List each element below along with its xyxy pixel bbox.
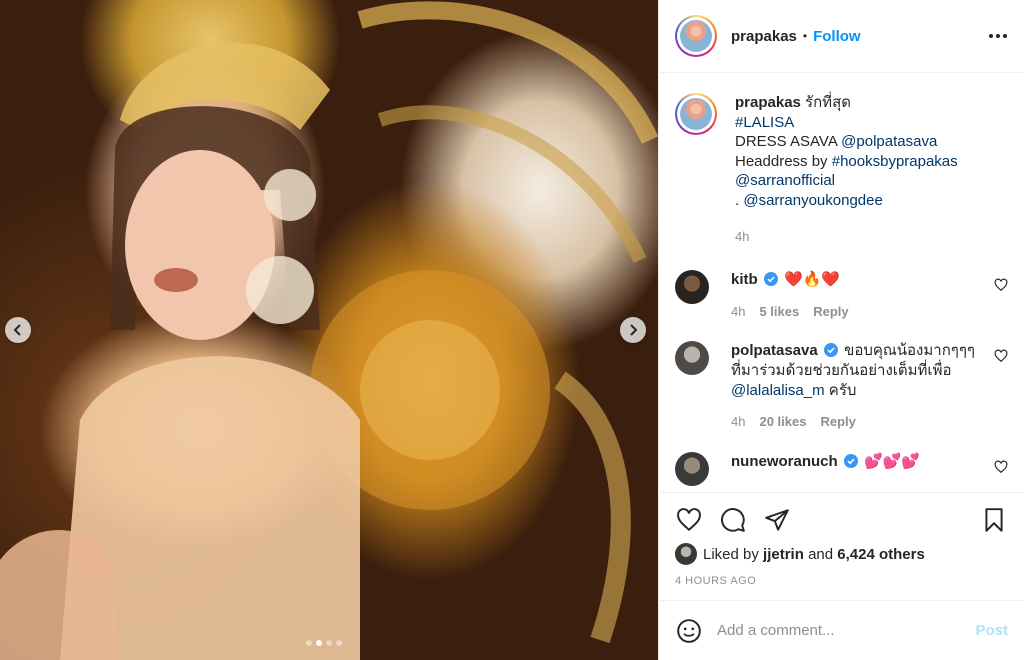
add-comment-bar: Post <box>659 600 1024 660</box>
carousel-dot <box>326 640 332 646</box>
carousel-indicator <box>306 640 342 646</box>
liker-avatar[interactable] <box>675 543 697 565</box>
hashtag-link[interactable]: #LALISA <box>735 114 794 131</box>
liker-username[interactable]: jjetrin <box>763 546 804 563</box>
more-dot <box>1003 34 1007 38</box>
caption-author-avatar[interactable] <box>675 93 717 135</box>
likes-summary: Liked by jjetrin and 6,424 others <box>675 543 1008 565</box>
post-timestamp[interactable]: 4 HOURS AGO <box>675 575 1008 587</box>
caption-text: รักที่สุด <box>805 94 851 111</box>
comment-text: 💕💕💕 <box>864 452 921 470</box>
more-options-button[interactable] <box>988 34 1008 38</box>
verified-badge-icon <box>843 453 858 468</box>
caption-body: prapakas รักที่สุด #LALISA DRESS ASAVA @… <box>735 93 1008 246</box>
caption-headdress-label: Headdress by <box>735 152 828 170</box>
post-photo <box>0 1 658 660</box>
avatar-image <box>680 20 712 52</box>
comment-like-icon[interactable] <box>994 349 1008 363</box>
heart-icon <box>677 508 701 532</box>
like-button[interactable] <box>675 506 703 534</box>
share-button[interactable] <box>763 506 791 534</box>
carousel-next-button[interactable] <box>620 317 646 343</box>
separator-dot: • <box>802 29 808 43</box>
verified-badge-icon <box>763 272 778 287</box>
comment-likes[interactable]: 20 likes <box>759 412 806 432</box>
chevron-left-icon <box>13 324 21 336</box>
caption-dress-label: DRESS ASAVA <box>735 133 837 151</box>
author-avatar[interactable] <box>675 15 717 57</box>
mention-link[interactable]: @polpatasava <box>841 133 937 150</box>
caption-dot: . <box>735 191 740 209</box>
comment-body: nuneworanuch 💕💕💕 <box>731 452 1008 472</box>
comment-likes[interactable]: 5 likes <box>759 302 799 322</box>
mention-link[interactable]: @sarranyoukongdee <box>743 192 882 209</box>
carousel-dot <box>306 640 312 646</box>
paper-plane-icon <box>765 509 789 531</box>
carousel-dot <box>336 640 342 646</box>
more-dot <box>989 34 993 38</box>
comment-time[interactable]: 4h <box>731 302 745 322</box>
save-button[interactable] <box>980 506 1008 534</box>
caption-username[interactable]: prapakas <box>735 94 801 111</box>
post-actions: Liked by jjetrin and 6,424 others 4 HOUR… <box>659 492 1024 600</box>
likes-middle: and <box>808 545 834 563</box>
comment-item: kitb ❤️🔥❤️ 4h 5 likes Reply <box>675 270 1008 321</box>
comment-item: nuneworanuch 💕💕💕 <box>675 451 1008 486</box>
comment-text: ❤️🔥❤️ <box>784 271 841 289</box>
reply-button[interactable]: Reply <box>820 412 855 432</box>
post-sidebar: prapakas • Follow prapakas รักที่สุด #LA… <box>658 0 1024 660</box>
carousel-previous-button[interactable] <box>5 317 31 343</box>
hashtag-link[interactable]: #hooksbyprapakas <box>832 153 958 170</box>
likes-prefix: Liked by <box>703 545 759 563</box>
commenter-avatar[interactable] <box>675 451 709 486</box>
comment-body: polpatasava ขอบคุณน้องมากๆๆๆ ที่มาร่วมด้… <box>731 341 1008 431</box>
verified-badge-icon <box>823 343 838 358</box>
bookmark-icon <box>985 508 1003 532</box>
caption-time[interactable]: 4h <box>735 227 749 247</box>
comment-like-icon[interactable] <box>994 278 1008 292</box>
post-caption: prapakas รักที่สุด #LALISA DRESS ASAVA @… <box>675 93 1008 246</box>
commenter-avatar[interactable] <box>675 270 709 305</box>
comment-like-icon[interactable] <box>994 460 1008 474</box>
comment-username[interactable]: kitb <box>731 271 758 288</box>
post-media[interactable] <box>0 0 658 660</box>
comment-username[interactable]: polpatasava <box>731 342 818 359</box>
comments-list[interactable]: prapakas รักที่สุด #LALISA DRESS ASAVA @… <box>659 73 1024 492</box>
avatar-image <box>680 98 712 130</box>
comment-suffix: ครับ <box>828 381 857 399</box>
post-header: prapakas • Follow <box>659 0 1024 73</box>
mention-link[interactable]: @lalalalisa_m <box>731 382 825 399</box>
follow-button[interactable]: Follow <box>813 28 861 45</box>
emoji-button[interactable] <box>675 617 703 645</box>
comment-time[interactable]: 4h <box>731 412 745 432</box>
carousel-dot-active <box>316 640 322 646</box>
comment-body: kitb ❤️🔥❤️ 4h 5 likes Reply <box>731 270 1008 321</box>
post-comment-button[interactable]: Post <box>975 622 1008 639</box>
smiley-icon <box>677 618 701 643</box>
commenter-avatar[interactable] <box>675 341 709 376</box>
chevron-right-icon <box>630 324 638 336</box>
comment-item: polpatasava ขอบคุณน้องมากๆๆๆ ที่มาร่วมด้… <box>675 341 1008 431</box>
author-username[interactable]: prapakas <box>731 28 797 45</box>
action-bar <box>675 505 1008 535</box>
comment-input[interactable] <box>717 622 976 639</box>
likes-count-link[interactable]: 6,424 others <box>837 546 925 563</box>
comment-bubble-icon <box>721 508 745 532</box>
comment-button[interactable] <box>719 506 747 534</box>
reply-button[interactable]: Reply <box>813 302 848 322</box>
more-dot <box>996 34 1000 38</box>
mention-link[interactable]: @sarranofficial <box>735 172 835 189</box>
comment-username[interactable]: nuneworanuch <box>731 453 838 470</box>
instagram-post: prapakas • Follow prapakas รักที่สุด #LA… <box>0 0 1024 660</box>
